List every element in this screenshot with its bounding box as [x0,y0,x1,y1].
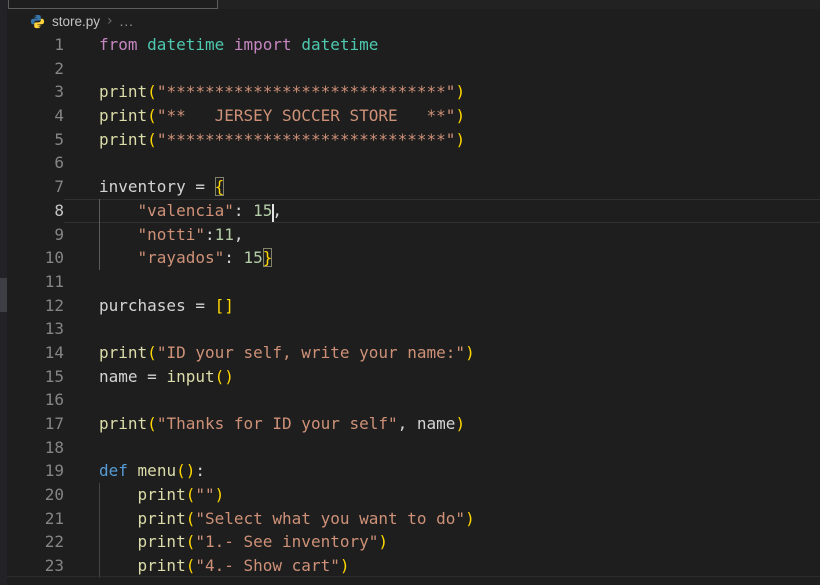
indent-guide [99,507,100,531]
code-line[interactable]: 14print("ID your self, write your name:"… [7,341,820,365]
line-number: 2 [7,57,64,81]
left-scrollbar[interactable] [0,0,7,585]
code-line[interactable]: 11 [7,270,820,294]
line-number: 9 [7,223,64,247]
breadcrumb: store.py › ... [7,9,820,33]
code-line[interactable]: 3print("*****************************") [7,80,820,104]
line-number: 17 [7,412,64,436]
line-number: 18 [7,436,64,460]
code-line[interactable]: 10 "rayados": 15} [7,246,820,270]
code-line[interactable]: 1from datetime import datetime [7,33,820,57]
code-line[interactable]: 12purchases = [] [7,294,820,318]
code-text: print("Thanks for ID your self", name) [64,412,465,436]
tab-bar [7,0,820,9]
line-number: 10 [7,246,64,270]
active-tab-remnant[interactable] [8,0,218,9]
line-number: 13 [7,317,64,341]
line-number: 22 [7,530,64,554]
line-number: 5 [7,128,64,152]
code-line[interactable]: 2 [7,57,820,81]
scrollbar-thumb[interactable] [0,278,7,312]
code-text: "notti":11, [64,223,244,247]
line-number: 21 [7,507,64,531]
code-line[interactable]: 9 "notti":11, [7,223,820,247]
line-number: 16 [7,388,64,412]
line-number: 23 [7,554,64,578]
code-line[interactable]: 20 print("") [7,483,820,507]
code-text [64,270,99,294]
code-text [64,436,99,460]
bottom-divider [7,576,820,577]
code-text: print("1.- See inventory") [64,530,388,554]
python-icon [30,14,45,29]
line-number: 15 [7,365,64,389]
code-text: print("*****************************") [64,128,465,152]
code-text [64,388,99,412]
line-number: 3 [7,80,64,104]
editor-pane: store.py › ... 1from datetime import dat… [7,0,820,585]
line-number: 1 [7,33,64,57]
code-line[interactable]: 6 [7,151,820,175]
line-number: 8 [7,199,64,223]
code-text [64,317,99,341]
line-number: 4 [7,104,64,128]
code-line[interactable]: 4print("** JERSEY SOCCER STORE **") [7,104,820,128]
code-line[interactable]: 23 print("4.- Show cart") [7,554,820,578]
code-line[interactable]: 21 print("Select what you want to do") [7,507,820,531]
code-line[interactable]: 17print("Thanks for ID your self", name) [7,412,820,436]
code-text [64,57,99,81]
line-number: 19 [7,459,64,483]
code-text: print("*****************************") [64,80,465,104]
code-text: name = input() [64,365,234,389]
code-text: print("Select what you want to do") [64,507,475,531]
code-line[interactable]: 22 print("1.- See inventory") [7,530,820,554]
line-number: 20 [7,483,64,507]
code-text: "rayados": 15} [64,246,272,270]
code-text: print("ID your self, write your name:") [64,341,475,365]
code-line[interactable]: 19def menu(): [7,459,820,483]
breadcrumb-symbols[interactable]: ... [120,14,134,29]
code-text: inventory = { [64,175,224,199]
indent-guide [99,554,100,578]
code-text: def menu(): [64,459,205,483]
code-line[interactable]: 8 "valencia": 15, [7,199,820,223]
code-line[interactable]: 13 [7,317,820,341]
indent-guide [99,223,100,247]
code-line[interactable]: 16 [7,388,820,412]
code-line[interactable]: 5print("*****************************") [7,128,820,152]
code-text: purchases = [] [64,294,234,318]
indent-guide [99,483,100,507]
code-text: from datetime import datetime [64,33,378,57]
code-text: print("** JERSEY SOCCER STORE **") [64,104,465,128]
code-text: "valencia": 15, [64,199,282,223]
indent-guide [99,246,100,270]
code-line[interactable]: 7inventory = { [7,175,820,199]
indent-guide [99,199,100,223]
indent-guide [99,530,100,554]
code-text: print("") [64,483,224,507]
code-area[interactable]: 1from datetime import datetime23print("*… [7,33,820,578]
code-line[interactable]: 18 [7,436,820,460]
line-number: 14 [7,341,64,365]
chevron-right-icon: › [107,13,113,29]
code-line[interactable]: 15name = input() [7,365,820,389]
line-number: 7 [7,175,64,199]
line-number: 6 [7,151,64,175]
code-text: print("4.- Show cart") [64,554,349,578]
line-number: 12 [7,294,64,318]
code-text [64,151,99,175]
breadcrumb-file[interactable]: store.py [52,14,100,29]
text-cursor [272,204,274,222]
line-number: 11 [7,270,64,294]
